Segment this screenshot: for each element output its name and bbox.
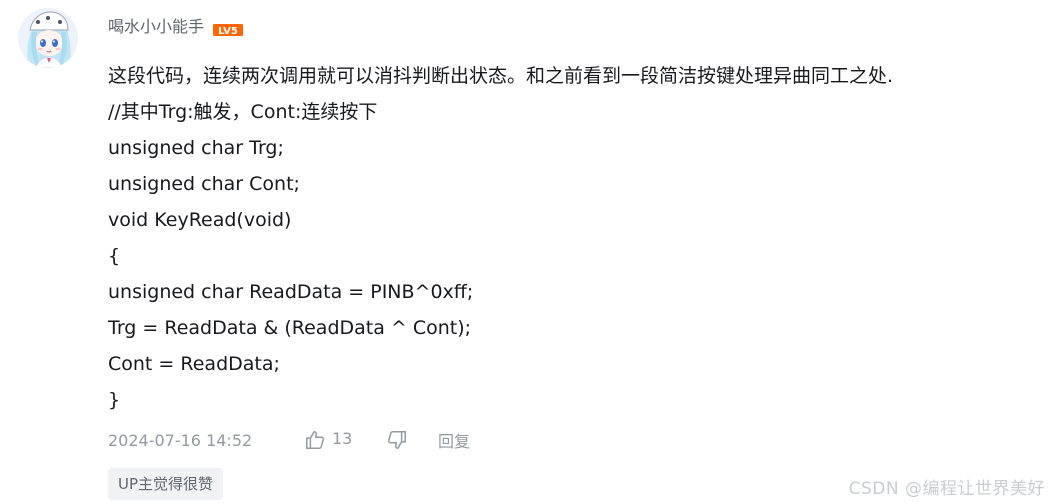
comment-header: 喝水小小能手 LV5	[108, 14, 244, 40]
thumbs-down-icon	[388, 431, 406, 449]
reply-button[interactable]: 回复	[438, 428, 470, 452]
comment-line: unsigned char Trg;	[108, 137, 284, 159]
comment-line: {	[108, 245, 121, 267]
comment-line: unsigned char ReadData = PINB^0xff;	[108, 281, 474, 303]
comment-line: Cont = ReadData;	[108, 353, 280, 375]
comment-line: unsigned char Cont;	[108, 173, 300, 195]
like-count: 13	[332, 428, 353, 448]
comment-line: }	[108, 389, 121, 411]
watermark: CSDN @编程让世界美好	[848, 479, 1045, 499]
username[interactable]: 喝水小小能手	[108, 14, 204, 40]
level-badge: LV5	[213, 21, 244, 37]
comment-line: Trg = ReadData & (ReadData ^ Cont);	[108, 317, 472, 339]
comment-meta: 2024-07-16 14:52 13 回复	[108, 426, 470, 454]
comment-line: void KeyRead(void)	[108, 209, 292, 231]
thumbs-up-icon	[306, 431, 324, 449]
up-liked-tag: UP主觉得很赞	[108, 468, 224, 500]
dislike-button[interactable]	[386, 429, 438, 451]
like-button[interactable]: 13	[304, 429, 386, 451]
comment-line: //其中Trg:触发，Cont:连续按下	[108, 101, 378, 123]
comment-line: 这段代码，连续两次调用就可以消抖判断出状态。和之前看到一段简洁按键处理异曲同工之…	[108, 65, 894, 87]
comment-content: 这段代码，连续两次调用就可以消抖判断出状态。和之前看到一段简洁按键处理异曲同工之…	[108, 58, 1048, 418]
level-label: LV5	[218, 26, 238, 36]
timestamp: 2024-07-16 14:52	[108, 430, 253, 450]
level-5-icon: LV5	[213, 24, 244, 37]
anime-girl-avatar-icon	[18, 8, 78, 68]
avatar[interactable]	[18, 8, 78, 68]
